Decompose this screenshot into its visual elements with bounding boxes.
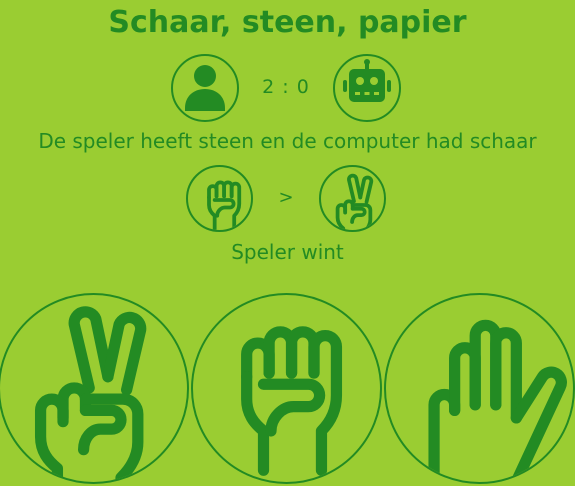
user-icon xyxy=(173,56,237,120)
computer-avatar xyxy=(333,54,401,122)
victory-hand-icon xyxy=(0,295,187,482)
fist-icon xyxy=(193,295,380,482)
robot-icon xyxy=(335,56,399,120)
choice-steen-button[interactable] xyxy=(191,293,382,484)
choice-papier-button[interactable] xyxy=(384,293,575,484)
game-title: Schaar, steen, papier xyxy=(108,5,467,40)
computer-choice xyxy=(319,165,386,232)
open-hand-icon xyxy=(386,295,573,482)
score-display: 2 : 0 xyxy=(262,76,310,98)
player-choice xyxy=(186,165,253,232)
comparison-symbol: > xyxy=(278,187,294,208)
choice-schaar-button[interactable] xyxy=(0,293,189,484)
player-avatar xyxy=(171,54,239,122)
round-message: De speler heeft steen en de computer had… xyxy=(38,129,537,153)
fist-icon xyxy=(188,167,251,230)
round-result: Speler wint xyxy=(231,240,344,264)
victory-hand-icon xyxy=(321,167,384,230)
